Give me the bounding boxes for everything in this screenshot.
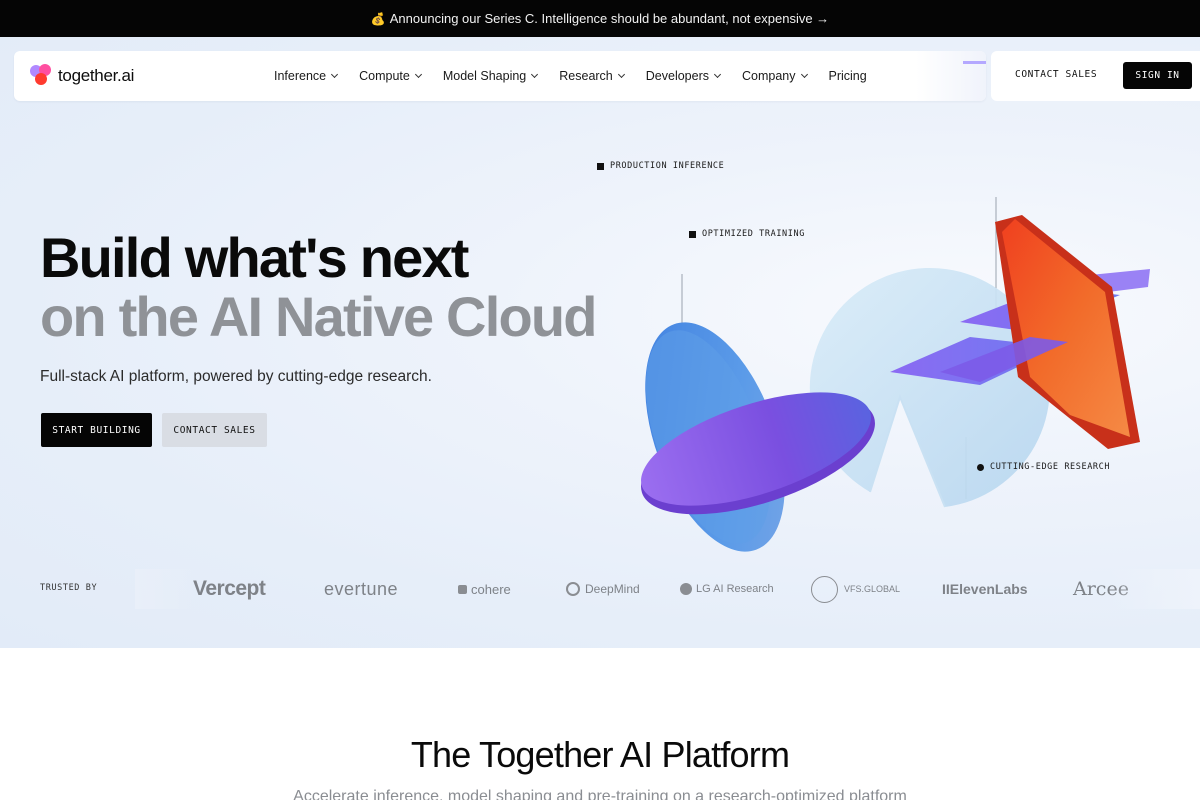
logo-evertune: evertune [324,578,399,599]
square-marker-icon [597,162,604,170]
callout-optimized-training: OPTIMIZED TRAINING [689,229,805,239]
contact-sales-button[interactable]: CONTACT SALES [162,413,267,447]
money-bag-icon: 💰 [370,11,386,26]
contact-sales-nav-button[interactable]: CONTACT SALES [1015,69,1097,80]
platform-subtitle: Accelerate inference, model shaping and … [293,788,907,800]
chevron-down-icon [331,70,339,79]
nav-links: Inference Compute Model Shaping Research… [274,51,867,101]
nav-item-research[interactable]: Research [559,69,625,83]
announcement-bar[interactable]: 💰 Announcing our Series C. Intelligence … [0,0,1200,37]
menu-dash-icon [963,61,986,64]
nav-actions: CONTACT SALES SIGN IN [991,51,1200,101]
chevron-down-icon [713,70,722,79]
customer-logos: Vercept evertune cohere DeepMind LG AI R… [135,569,1165,609]
nav-item-inference[interactable]: Inference [274,69,339,83]
lg-logo-icon [680,583,692,595]
chevron-down-icon [617,70,625,79]
sign-in-button[interactable]: SIGN IN [1123,62,1192,89]
trusted-by-label: TRUSTED BY [40,583,98,593]
nav-item-pricing[interactable]: Pricing [829,69,867,83]
hero-subtitle: Full-stack AI platform, powered by cutti… [40,368,432,385]
logo-lg-ai-research: LG AI Research [680,569,774,609]
hero-title-line1: Build what's next [40,226,469,289]
hero-section: together.ai Inference Compute Model Shap… [0,37,1200,648]
nav-item-developers[interactable]: Developers [646,69,722,83]
start-building-button[interactable]: START BUILDING [41,413,152,447]
chevron-down-icon [800,70,808,79]
nav-fade [916,51,986,101]
platform-title: The Together AI Platform [410,734,790,775]
vfs-logo-icon [811,575,838,603]
logo-vercept: Vercept [193,577,266,600]
logos-fade-right [1110,569,1200,609]
brand-name: together.ai [58,66,135,85]
hero-title-line2: on the AI Native Cloud [40,285,597,348]
logos-fade-left [135,569,195,609]
chevron-down-icon [414,70,422,79]
circle-marker-icon [977,463,984,471]
logo-elevenlabs: IIElevenLabs [942,581,1028,597]
callout-cutting-edge-research: CUTTING-EDGE RESEARCH [977,462,1110,472]
square-marker-icon [689,230,696,238]
together-logo-icon [30,64,54,88]
nav-item-compute[interactable]: Compute [359,69,422,83]
main-navbar: together.ai Inference Compute Model Shap… [14,51,986,101]
logo-vfs-global: VFS.GLOBAL [811,569,900,609]
chevron-down-icon [531,70,539,79]
hero-3d-illustration [641,197,1150,552]
announcement-text[interactable]: Announcing our Series C. Intelligence sh… [390,11,829,26]
brand-logo[interactable]: together.ai [30,64,134,88]
logo-cohere: cohere [458,569,511,609]
deepmind-logo-icon [566,582,580,596]
cohere-logo-icon [458,584,467,594]
nav-item-model-shaping[interactable]: Model Shaping [443,69,539,83]
nav-item-company[interactable]: Company [742,69,808,83]
platform-section [0,648,1200,800]
logo-deepmind: DeepMind [566,569,640,609]
callout-production-inference: PRODUCTION INFERENCE [597,161,724,171]
